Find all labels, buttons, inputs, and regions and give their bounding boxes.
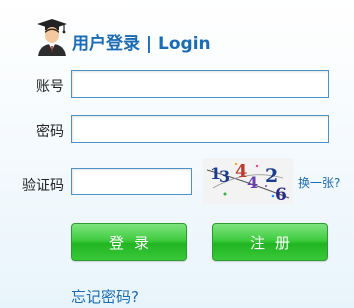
captcha-input[interactable] — [71, 168, 192, 195]
svg-text:4: 4 — [235, 161, 248, 182]
password-label: 密码 — [36, 124, 64, 140]
register-button[interactable]: 注册 — [212, 223, 328, 261]
svg-text:6: 6 — [275, 185, 287, 204]
forgot-password-link[interactable]: 忘记密码? — [71, 286, 139, 307]
login-button[interactable]: 登录 — [71, 223, 187, 261]
account-label: 账号 — [36, 79, 64, 95]
refresh-captcha-link[interactable]: 换一张? — [298, 174, 340, 191]
graduate-user-icon — [37, 19, 67, 56]
svg-text:4: 4 — [247, 173, 258, 192]
captcha-image[interactable]: 1 3 4 4 2 6 — [203, 158, 293, 204]
page-title: 用户登录 | Login — [72, 34, 211, 54]
password-input[interactable] — [71, 115, 329, 143]
svg-text:3: 3 — [219, 167, 230, 186]
account-input[interactable] — [71, 70, 329, 98]
captcha-label: 验证码 — [22, 178, 64, 194]
svg-text:2: 2 — [265, 165, 278, 187]
